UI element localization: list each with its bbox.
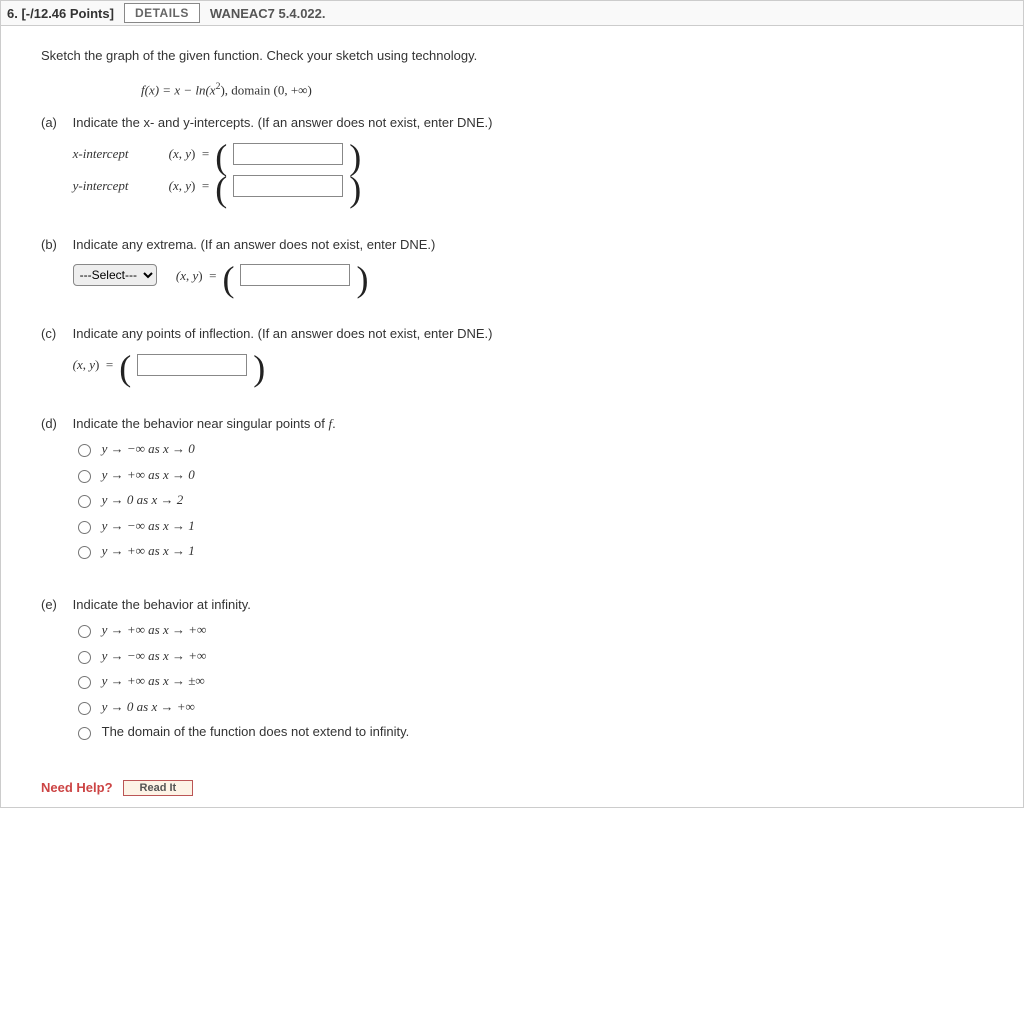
- open-paren-icon: (: [119, 358, 131, 380]
- extrema-input[interactable]: [240, 264, 350, 286]
- y-intercept-label: y-intercept: [73, 176, 163, 196]
- need-help-label: Need Help?: [41, 778, 113, 798]
- open-paren-icon: (: [215, 179, 227, 201]
- close-paren-icon: ): [349, 179, 361, 201]
- radio-e-0[interactable]: [78, 625, 91, 638]
- option-e-0[interactable]: y → +∞ as x → +∞: [73, 620, 985, 640]
- option-e-0-label: y → +∞ as x → +∞: [102, 620, 207, 640]
- part-a-text: Indicate the x- and y-intercepts. (If an…: [73, 115, 493, 130]
- radio-e-4[interactable]: [78, 727, 91, 740]
- option-e-4-label: The domain of the function does not exte…: [102, 722, 410, 742]
- option-d-4-label: y → +∞ as x → 1: [102, 541, 195, 561]
- extrema-row: ---Select--- (x, y) = ( ): [73, 264, 985, 286]
- radio-e-1[interactable]: [78, 651, 91, 664]
- part-a-label: (a): [41, 113, 69, 133]
- open-paren-icon: (: [222, 269, 234, 291]
- option-d-3-label: y → −∞ as x → 1: [102, 516, 195, 536]
- radio-e-3[interactable]: [78, 702, 91, 715]
- part-e: (e) Indicate the behavior at infinity. y…: [41, 595, 993, 748]
- option-e-2[interactable]: y → +∞ as x → ±∞: [73, 671, 985, 691]
- xy-equals: (x, y) =: [73, 355, 114, 375]
- question-header: 6. [-/12.46 Points] DETAILS WANEAC7 5.4.…: [0, 0, 1024, 26]
- close-paren-icon: ): [356, 269, 368, 291]
- option-e-1[interactable]: y → −∞ as x → +∞: [73, 646, 985, 666]
- close-paren-icon: ): [349, 147, 361, 169]
- option-e-2-label: y → +∞ as x → ±∞: [102, 671, 205, 691]
- option-d-0[interactable]: y → −∞ as x → 0: [73, 439, 985, 459]
- option-d-1-label: y → +∞ as x → 0: [102, 465, 195, 485]
- option-d-4[interactable]: y → +∞ as x → 1: [73, 541, 985, 561]
- radio-d-4[interactable]: [78, 546, 91, 559]
- y-intercept-row: y-intercept (x, y) = ( ): [73, 175, 985, 197]
- part-b-label: (b): [41, 235, 69, 255]
- part-d-text: Indicate the behavior near singular poin…: [73, 416, 336, 431]
- option-d-0-label: y → −∞ as x → 0: [102, 439, 195, 459]
- option-e-3[interactable]: y → 0 as x → +∞: [73, 697, 985, 717]
- radio-d-0[interactable]: [78, 444, 91, 457]
- option-e-3-label: y → 0 as x → +∞: [102, 697, 195, 717]
- inflection-input[interactable]: [137, 354, 247, 376]
- part-d: (d) Indicate the behavior near singular …: [41, 414, 993, 567]
- part-d-label: (d): [41, 414, 69, 434]
- part-e-options: y → +∞ as x → +∞ y → −∞ as x → +∞ y → +∞…: [73, 620, 985, 742]
- details-button[interactable]: DETAILS: [124, 3, 200, 23]
- x-intercept-input[interactable]: [233, 143, 343, 165]
- radio-d-2[interactable]: [78, 495, 91, 508]
- part-c-label: (c): [41, 324, 69, 344]
- radio-d-3[interactable]: [78, 521, 91, 534]
- question-number: 6. [-/12.46 Points]: [7, 6, 114, 21]
- option-e-4[interactable]: The domain of the function does not exte…: [73, 722, 985, 742]
- extrema-select[interactable]: ---Select---: [73, 264, 157, 286]
- instruction-text: Sketch the graph of the given function. …: [41, 46, 993, 66]
- x-intercept-label: x-intercept: [73, 144, 163, 164]
- part-e-label: (e): [41, 595, 69, 615]
- inflection-row: (x, y) = ( ): [73, 354, 985, 376]
- y-intercept-input[interactable]: [233, 175, 343, 197]
- book-reference: WANEAC7 5.4.022.: [210, 6, 326, 21]
- question-content: Sketch the graph of the given function. …: [0, 26, 1024, 808]
- option-e-1-label: y → −∞ as x → +∞: [102, 646, 207, 666]
- part-d-options: y → −∞ as x → 0 y → +∞ as x → 0 y → 0 as…: [73, 439, 985, 561]
- xy-equals: (x, y) =: [176, 266, 217, 286]
- part-c: (c) Indicate any points of inflection. (…: [41, 324, 993, 386]
- option-d-2-label: y → 0 as x → 2: [102, 490, 184, 510]
- function-formula: f(x) = x − ln(x2), domain (0, +∞): [141, 80, 993, 100]
- part-b: (b) Indicate any extrema. (If an answer …: [41, 235, 993, 297]
- radio-e-2[interactable]: [78, 676, 91, 689]
- option-d-3[interactable]: y → −∞ as x → 1: [73, 516, 985, 536]
- part-a: (a) Indicate the x- and y-intercepts. (I…: [41, 113, 993, 207]
- radio-d-1[interactable]: [78, 470, 91, 483]
- close-paren-icon: ): [253, 358, 265, 380]
- need-help-section: Need Help? Read It: [41, 778, 993, 798]
- read-it-button[interactable]: Read It: [123, 780, 194, 796]
- part-c-text: Indicate any points of inflection. (If a…: [73, 326, 493, 341]
- x-intercept-row: x-intercept (x, y) = ( ): [73, 143, 985, 165]
- xy-equals: (x, y) =: [169, 176, 210, 196]
- xy-equals: (x, y) =: [169, 144, 210, 164]
- option-d-2[interactable]: y → 0 as x → 2: [73, 490, 985, 510]
- part-b-text: Indicate any extrema. (If an answer does…: [73, 237, 436, 252]
- option-d-1[interactable]: y → +∞ as x → 0: [73, 465, 985, 485]
- open-paren-icon: (: [215, 147, 227, 169]
- part-e-text: Indicate the behavior at infinity.: [73, 597, 251, 612]
